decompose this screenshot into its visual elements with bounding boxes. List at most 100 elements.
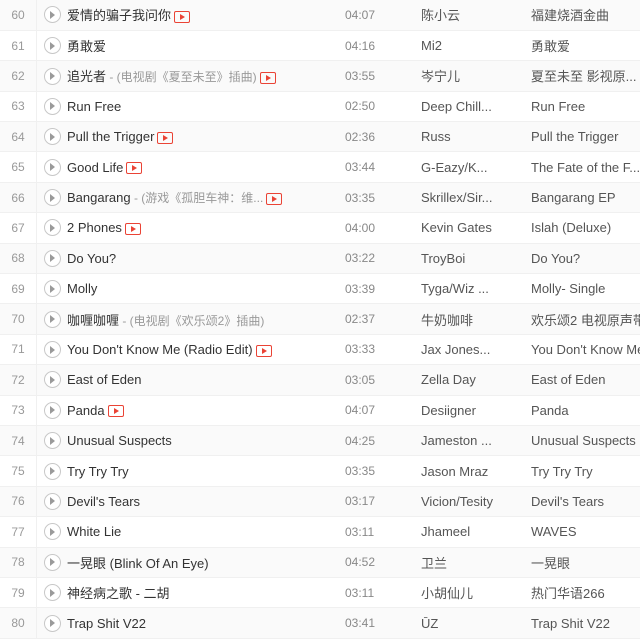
track-artist[interactable]: 小胡仙儿 [421,577,531,609]
mv-video-icon[interactable] [126,162,143,175]
play-circle-icon[interactable] [43,158,61,176]
table-row[interactable]: 67 2 Phones 04:00 Kevin Gates Islah (Deluxe) [0,212,640,244]
table-row[interactable]: 63 Run Free 02:50 Deep Chill... Run Free [0,91,640,123]
track-artist[interactable]: Skrillex/Sir... [421,182,531,214]
track-title-cell[interactable]: Try Try Try [67,455,345,487]
mv-video-icon[interactable] [255,344,272,357]
track-title-cell[interactable]: Devil's Tears [67,486,345,518]
track-album[interactable]: Run Free [531,91,640,123]
play-circle-icon[interactable] [43,401,61,419]
track-artist[interactable]: Vicion/Tesity [421,486,531,518]
track-title-cell[interactable]: 追光者 - (电视剧《夏至未至》插曲) [67,60,345,92]
track-artist[interactable]: Desiigner [421,395,531,426]
play-cell[interactable] [36,486,67,518]
play-cell[interactable] [36,212,67,244]
track-title-cell[interactable]: White Lie [67,516,345,548]
table-row[interactable]: 68 Do You? 03:22 TroyBoi Do You? [0,243,640,275]
play-circle-icon[interactable] [43,189,61,207]
play-cell[interactable] [36,303,67,335]
track-title-cell[interactable]: Panda [67,395,345,426]
play-circle-icon[interactable] [43,310,61,328]
play-cell[interactable] [36,577,67,609]
track-album[interactable]: 夏至未至 影视原... [531,60,640,92]
track-artist[interactable]: Kevin Gates [421,212,531,244]
play-circle-icon[interactable] [43,249,61,267]
track-title-cell[interactable]: 2 Phones [67,212,345,244]
mv-video-icon[interactable] [124,222,141,235]
track-album[interactable]: Devil's Tears [531,486,640,518]
play-cell[interactable] [36,607,67,639]
table-row[interactable]: 65 Good Life 03:44 G-Eazy/K... The Fate of t… [0,151,640,183]
track-title-cell[interactable]: 咖喱咖喱 - (电视剧《欢乐颂2》插曲) [67,303,345,335]
table-row[interactable]: 64 Pull the Trigger 02:36 Russ Pull the Trig… [0,121,640,153]
play-circle-icon[interactable] [43,128,61,146]
track-album[interactable]: Trap Shit V22 [531,607,640,639]
play-circle-icon[interactable] [43,37,61,55]
play-circle-icon[interactable] [43,584,61,602]
track-album[interactable]: 勇敢爱 [531,30,640,62]
track-artist[interactable]: Deep Chill... [421,91,531,123]
play-circle-icon[interactable] [43,280,61,298]
play-cell[interactable] [36,334,67,366]
mv-video-icon[interactable] [107,405,124,418]
track-title-cell[interactable]: Molly [67,273,345,305]
table-row[interactable]: 77 White Lie 03:11 Jhameel WAVES [0,516,640,548]
table-row[interactable]: 74 Unusual Suspects 04:25 Jameston ... Unusu… [0,425,640,457]
track-album[interactable]: Try Try Try [531,455,640,487]
play-circle-icon[interactable] [43,6,61,24]
track-album[interactable]: 一晃眼 [531,547,640,578]
track-title-cell[interactable]: Unusual Suspects [67,425,345,457]
play-circle-icon[interactable] [43,219,61,237]
play-cell[interactable] [36,364,67,396]
mv-video-icon[interactable] [174,11,191,23]
track-artist[interactable]: Mi2 [421,30,531,62]
play-cell[interactable] [36,182,67,214]
table-row[interactable]: 71 You Don't Know Me (Radio Edit) 03:33 Jax… [0,334,640,366]
play-cell[interactable] [36,273,67,305]
mv-video-icon[interactable] [266,192,283,205]
track-artist[interactable]: TroyBoi [421,243,531,275]
track-title-cell[interactable]: 勇敢爱 [67,30,345,62]
track-title-cell[interactable]: Trap Shit V22 [67,607,345,639]
track-title-cell[interactable]: Pull the Trigger [67,121,345,153]
track-title-cell[interactable]: 爱情的骗子我问你 [67,0,345,31]
track-album[interactable]: Unusual Suspects [531,425,640,457]
track-artist[interactable]: Tyga/Wiz ... [421,273,531,305]
track-title-cell[interactable]: Bangarang - (游戏《孤胆车神：维... [67,182,345,214]
play-cell[interactable] [36,0,67,31]
table-row[interactable]: 78 一晃眼 (Blink Of An Eye) 04:52 卫兰 一晃眼 [0,547,640,578]
mv-video-icon[interactable] [157,131,174,144]
track-album[interactable]: You Don't Know Me [531,334,640,366]
track-artist[interactable]: Jason Mraz [421,455,531,487]
track-album[interactable]: 欢乐颂2 电视原声带 [531,303,640,335]
track-artist[interactable]: Russ [421,121,531,153]
track-artist[interactable]: Jameston ... [421,425,531,457]
table-row[interactable]: 80 Trap Shit V22 03:41 ŪZ Trap Shit V22 [0,607,640,639]
track-album[interactable]: 热门华语266 [531,577,640,609]
table-row[interactable]: 76 Devil's Tears 03:17 Vicion/Tesity Devil's… [0,486,640,518]
track-album[interactable]: Bangarang EP [531,182,640,214]
play-cell[interactable] [36,91,67,123]
table-row[interactable]: 72 East of Eden 03:05 Zella Day East of Eden [0,364,640,396]
track-album[interactable]: 福建烧酒金曲 [531,0,640,31]
play-cell[interactable] [36,455,67,487]
track-album[interactable]: WAVES [531,516,640,548]
track-album[interactable]: The Fate of the F... [531,151,640,183]
play-circle-icon[interactable] [43,614,61,632]
track-title-cell[interactable]: 一晃眼 (Blink Of An Eye) [67,547,345,578]
play-circle-icon[interactable] [43,371,61,389]
play-cell[interactable] [36,30,67,62]
mv-video-icon[interactable] [259,72,276,85]
table-row[interactable]: 66 Bangarang - (游戏《孤胆车神：维... 03:35 Skrillex… [0,182,640,214]
track-album[interactable]: Panda [531,395,640,426]
track-artist[interactable]: G-Eazy/K... [421,151,531,183]
track-album[interactable]: Molly- Single [531,273,640,305]
track-title-cell[interactable]: Good Life [67,151,345,183]
track-artist[interactable]: Jhameel [421,516,531,548]
track-title-cell[interactable]: You Don't Know Me (Radio Edit) [67,334,345,366]
play-cell[interactable] [36,151,67,183]
play-cell[interactable] [36,516,67,548]
play-circle-icon[interactable] [43,432,61,450]
table-row[interactable]: 61 勇敢爱 04:16 Mi2 勇敢爱 [0,30,640,62]
track-album[interactable]: Do You? [531,243,640,275]
